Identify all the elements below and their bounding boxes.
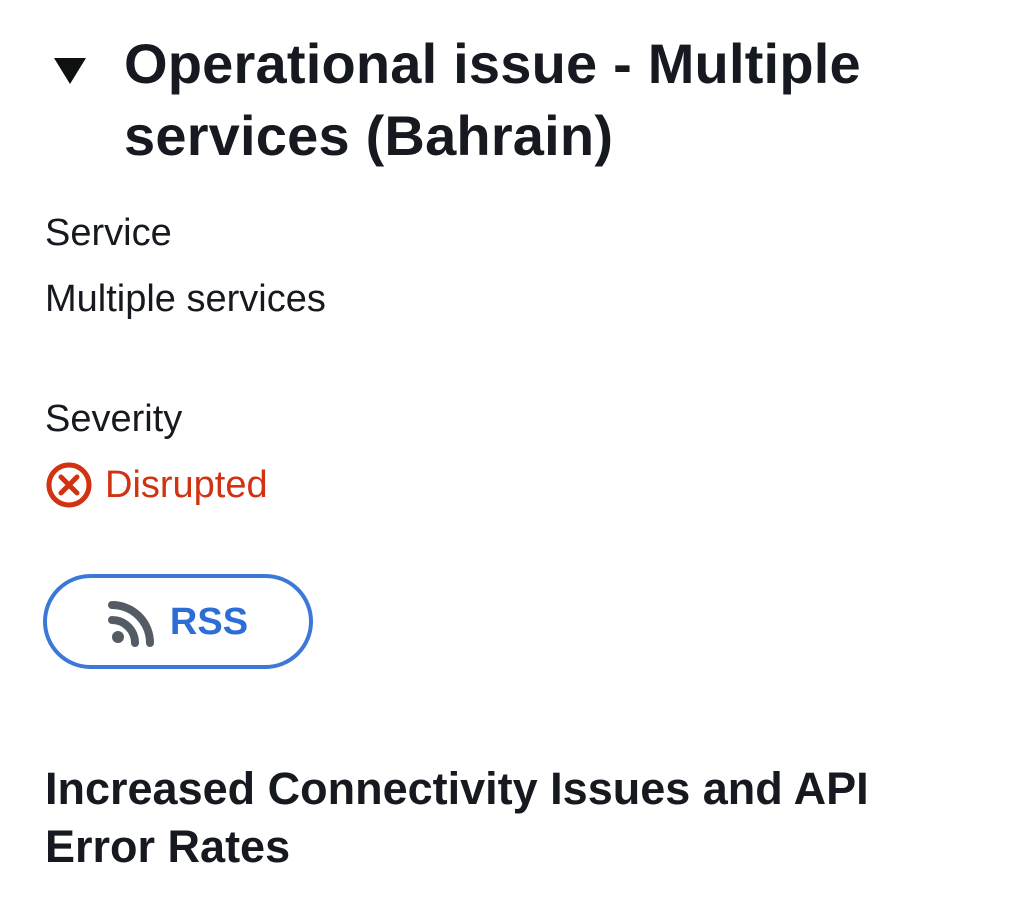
error-circle-icon [46, 462, 92, 508]
event-title: Increased Connectivity Issues and API Er… [45, 763, 869, 872]
rss-button[interactable]: RSS [43, 574, 313, 669]
severity-status: Disrupted [45, 460, 268, 510]
issue-title: Operational issue - Multiple services (B… [124, 32, 861, 167]
triangle-down-icon[interactable] [50, 50, 90, 90]
severity-label: Severity [45, 398, 183, 440]
issue-header[interactable]: Operational issue - Multiple services (B… [50, 28, 980, 172]
rss-label: RSS [169, 600, 249, 643]
service-label: Service [45, 212, 172, 254]
severity-value: Disrupted [105, 464, 268, 506]
service-value: Multiple services [45, 278, 326, 320]
rss-icon [107, 600, 154, 647]
